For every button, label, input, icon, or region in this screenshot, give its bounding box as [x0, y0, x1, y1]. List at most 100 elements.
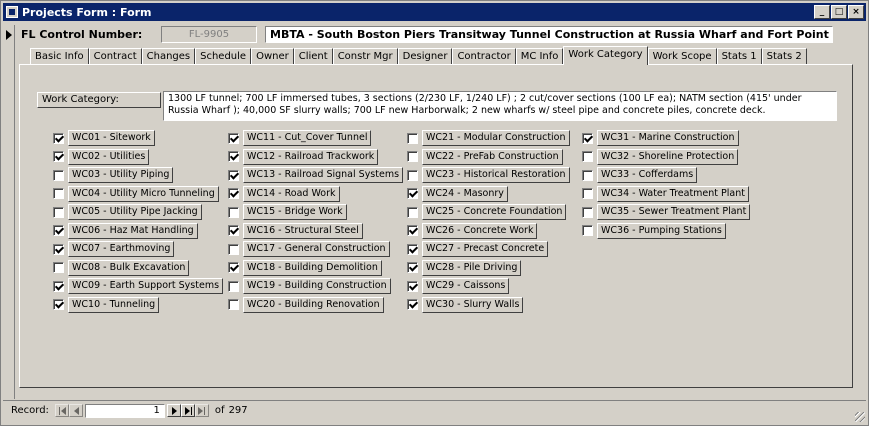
checkbox-item-wc32[interactable]: WC32 - Shoreline Protection: [582, 148, 739, 165]
checkbox-wc02[interactable]: [53, 151, 64, 162]
checkbox-item-wc20[interactable]: WC20 - Building Renovation: [228, 296, 384, 313]
resize-grip-icon[interactable]: [855, 412, 865, 422]
checkbox-wc30[interactable]: [407, 299, 418, 310]
checkbox-item-wc08[interactable]: WC08 - Bulk Excavation: [53, 259, 190, 276]
checkbox-item-wc09[interactable]: WC09 - Earth Support Systems: [53, 278, 224, 294]
checkbox-wc12[interactable]: [228, 151, 239, 162]
checkbox-item-wc04[interactable]: WC04 - Utility Micro Tunneling: [53, 185, 219, 202]
tab-client[interactable]: Client: [293, 48, 333, 65]
checkbox-wc20[interactable]: [228, 299, 239, 310]
checkbox-wc27[interactable]: [407, 243, 418, 255]
checkbox-wc15[interactable]: [228, 206, 239, 218]
checkbox-item-wc14[interactable]: WC14 - Road Work: [228, 185, 340, 202]
next-record-button[interactable]: [166, 404, 181, 417]
checkbox-wc31[interactable]: [582, 132, 593, 144]
checkbox-wc34[interactable]: [582, 188, 593, 199]
checkbox-wc22[interactable]: [407, 151, 418, 162]
record-selector[interactable]: [3, 25, 15, 399]
checkbox-wc17[interactable]: [228, 243, 239, 255]
checkbox-item-wc05[interactable]: WC05 - Utility Pipe Jacking: [53, 204, 202, 220]
checkbox-item-wc26[interactable]: WC26 - Concrete Work: [407, 222, 538, 239]
tab-contractor[interactable]: Contractor: [452, 48, 516, 65]
checkbox-item-wc11[interactable]: WC11 - Cut_Cover Tunnel: [228, 130, 372, 146]
tab-basic-info[interactable]: Basic Info: [30, 48, 89, 65]
tab-stats-1[interactable]: Stats 1: [716, 48, 762, 65]
checkbox-wc04[interactable]: [53, 188, 64, 199]
tab-work-category[interactable]: Work Category: [563, 46, 648, 65]
checkbox-item-wc29[interactable]: WC29 - Caissons: [407, 278, 510, 294]
checkbox-item-wc15[interactable]: WC15 - Bridge Work: [228, 204, 347, 220]
checkbox-item-wc24[interactable]: WC24 - Masonry: [407, 185, 508, 202]
checkbox-item-wc02[interactable]: WC02 - Utilities: [53, 148, 150, 165]
checkbox-item-wc01[interactable]: WC01 - Sitework: [53, 130, 155, 146]
tab-mc-info[interactable]: MC Info: [515, 48, 564, 65]
checkbox-wc10[interactable]: [53, 299, 64, 310]
checkbox-item-wc28[interactable]: WC28 - Pile Driving: [407, 259, 522, 276]
fl-control-number-field[interactable]: FL-9905: [161, 26, 257, 43]
checkbox-item-wc03[interactable]: WC03 - Utility Piping: [53, 167, 174, 183]
checkbox-item-wc18[interactable]: WC18 - Building Demolition: [228, 259, 382, 276]
checkbox-item-wc34[interactable]: WC34 - Water Treatment Plant: [582, 185, 749, 202]
new-record-button[interactable]: [194, 404, 209, 417]
checkbox-wc14[interactable]: [228, 188, 239, 199]
checkbox-item-wc07[interactable]: WC07 - Earthmoving: [53, 241, 175, 257]
checkbox-wc03[interactable]: [53, 169, 64, 181]
checkbox-item-wc16[interactable]: WC16 - Structural Steel: [228, 222, 363, 239]
checkbox-wc32[interactable]: [582, 151, 593, 162]
checkbox-item-wc23[interactable]: WC23 - Historical Restoration: [407, 167, 570, 183]
checkbox-item-wc21[interactable]: WC21 - Modular Construction: [407, 130, 570, 146]
checkbox-item-wc13[interactable]: WC13 - Railroad Signal Systems: [228, 167, 404, 183]
checkbox-wc07[interactable]: [53, 243, 64, 255]
tab-designer[interactable]: Designer: [397, 48, 453, 65]
checkbox-wc01[interactable]: [53, 132, 64, 144]
checkbox-item-wc35[interactable]: WC35 - Sewer Treatment Plant: [582, 204, 751, 220]
checkbox-item-wc06[interactable]: WC06 - Haz Mat Handling: [53, 222, 198, 239]
checkbox-item-wc25[interactable]: WC25 - Concrete Foundation: [407, 204, 567, 220]
record-number-input[interactable]: 1: [84, 403, 165, 418]
maximize-button[interactable]: □: [831, 5, 847, 19]
checkbox-wc13[interactable]: [228, 169, 239, 181]
tab-owner[interactable]: Owner: [251, 48, 294, 65]
tab-work-scope[interactable]: Work Scope: [647, 48, 717, 65]
checkbox-wc05[interactable]: [53, 206, 64, 218]
checkbox-item-wc36[interactable]: WC36 - Pumping Stations: [582, 222, 726, 239]
checkbox-item-wc17[interactable]: WC17 - General Construction: [228, 241, 390, 257]
checkbox-wc08[interactable]: [53, 262, 64, 273]
work-category-description-field[interactable]: 1300 LF tunnel; 700 LF immersed tubes, 3…: [163, 91, 837, 121]
title-bar[interactable]: Projects Form : Form _ □ ×: [3, 3, 866, 21]
tab-changes[interactable]: Changes: [141, 48, 196, 65]
last-record-button[interactable]: [180, 404, 195, 417]
checkbox-wc11[interactable]: [228, 132, 239, 144]
checkbox-wc18[interactable]: [228, 262, 239, 273]
checkbox-wc24[interactable]: [407, 188, 418, 199]
checkbox-wc21[interactable]: [407, 132, 418, 144]
checkbox-item-wc22[interactable]: WC22 - PreFab Construction: [407, 148, 563, 165]
checkbox-item-wc27[interactable]: WC27 - Precast Concrete: [407, 241, 549, 257]
tab-constr-mgr[interactable]: Constr Mgr: [332, 48, 398, 65]
checkbox-wc09[interactable]: [53, 280, 64, 292]
checkbox-item-wc31[interactable]: WC31 - Marine Construction: [582, 130, 739, 146]
checkbox-wc25[interactable]: [407, 206, 418, 218]
tab-stats-2[interactable]: Stats 2: [761, 48, 807, 65]
minimize-button[interactable]: _: [814, 5, 830, 19]
tab-schedule[interactable]: Schedule: [195, 48, 252, 65]
checkbox-item-wc10[interactable]: WC10 - Tunneling: [53, 296, 160, 313]
first-record-button[interactable]: [54, 404, 69, 417]
checkbox-wc16[interactable]: [228, 225, 239, 236]
checkbox-wc28[interactable]: [407, 262, 418, 273]
checkbox-wc23[interactable]: [407, 169, 418, 181]
checkbox-item-wc19[interactable]: WC19 - Building Construction: [228, 278, 391, 294]
checkbox-wc06[interactable]: [53, 225, 64, 236]
previous-record-button[interactable]: [68, 404, 83, 417]
checkbox-wc29[interactable]: [407, 280, 418, 292]
project-title-field[interactable]: MBTA - South Boston Piers Transitway Tun…: [265, 26, 833, 43]
checkbox-wc36[interactable]: [582, 225, 593, 236]
checkbox-wc35[interactable]: [582, 206, 593, 218]
checkbox-wc33[interactable]: [582, 169, 593, 181]
checkbox-wc26[interactable]: [407, 225, 418, 236]
close-button[interactable]: ×: [848, 5, 864, 19]
checkbox-item-wc33[interactable]: WC33 - Cofferdams: [582, 167, 698, 183]
checkbox-item-wc12[interactable]: WC12 - Railroad Trackwork: [228, 148, 379, 165]
checkbox-item-wc30[interactable]: WC30 - Slurry Walls: [407, 296, 524, 313]
checkbox-wc19[interactable]: [228, 280, 239, 292]
